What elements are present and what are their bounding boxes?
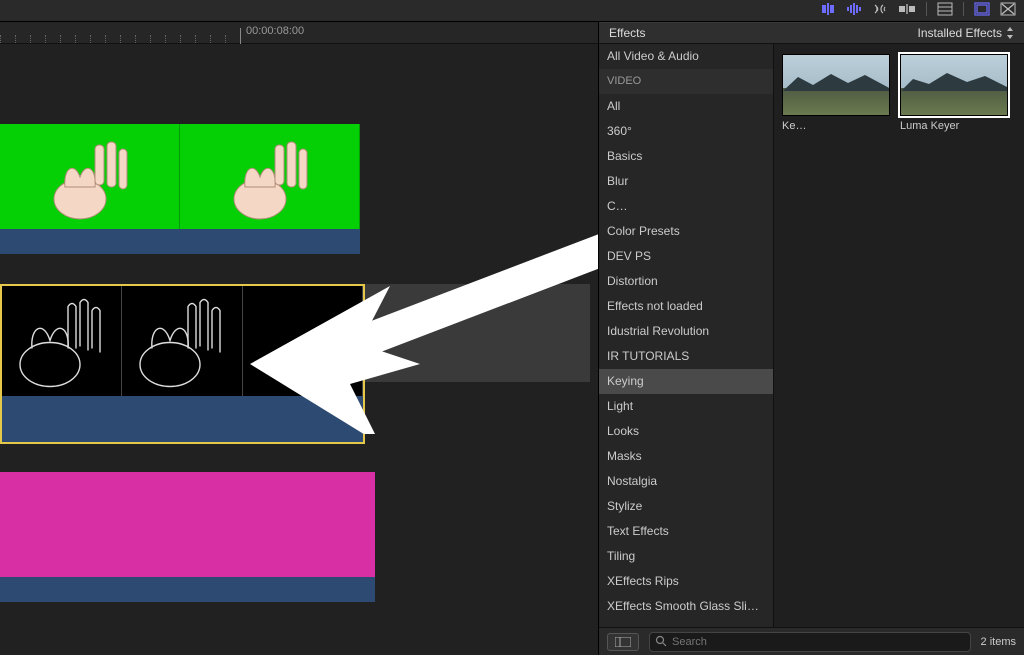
effects-category-item[interactable]: Light	[599, 394, 773, 419]
effects-title: Effects	[609, 26, 645, 40]
effects-item-count: 2 items	[981, 636, 1016, 648]
effects-category-item[interactable]: DEV PS	[599, 244, 773, 269]
effects-category-item[interactable]: XEffects Smooth Glass Slid…	[599, 594, 773, 619]
effects-category-item[interactable]: Effects not loaded	[599, 294, 773, 319]
effects-header: Effects Installed Effects	[599, 22, 1024, 44]
toolbar-divider	[926, 2, 927, 16]
effects-browser: Effects Installed Effects All Video & Au…	[598, 22, 1024, 655]
effects-category-item[interactable]: Tiling	[599, 544, 773, 569]
effects-category-item[interactable]: All Video & Audio	[599, 44, 773, 69]
hand-ok-icon	[215, 127, 325, 227]
hand-ok-outline-icon	[122, 289, 242, 394]
timeline-ruler[interactable]: 00:00:08:00	[0, 22, 598, 44]
effect-thumb-keyer[interactable]: Ke…	[782, 54, 890, 617]
timeline-clip-magenta[interactable]	[0, 472, 375, 602]
sort-icon	[1006, 27, 1014, 39]
timeline-clip-greenscreen[interactable]	[0, 124, 360, 254]
effect-thumb-luma-keyer[interactable]: Luma Keyer	[900, 54, 1008, 617]
effects-category-item[interactable]: Basics	[599, 144, 773, 169]
effects-browser-icon[interactable]	[974, 2, 990, 16]
ruler-timecode: 00:00:08:00	[246, 25, 304, 37]
effects-category-item[interactable]: Color Presets	[599, 219, 773, 244]
installed-effects-label: Installed Effects	[918, 26, 1003, 40]
effects-category-item[interactable]: Stylize	[599, 494, 773, 519]
effects-category-item[interactable]: Idustrial Revolution	[599, 319, 773, 344]
effects-category-item[interactable]: Looks	[599, 419, 773, 444]
effects-category-list[interactable]: All Video & AudioVIDEOAll360°BasicsBlurC…	[599, 44, 774, 627]
top-toolbar	[0, 0, 1024, 22]
effects-category-item[interactable]: IR TUTORIALS	[599, 344, 773, 369]
installed-effects-dropdown[interactable]: Installed Effects	[918, 26, 1015, 40]
effect-label: Ke…	[782, 120, 890, 132]
skimming-icon[interactable]	[820, 2, 836, 16]
effects-category-item[interactable]: 360°	[599, 119, 773, 144]
index-icon[interactable]	[937, 2, 953, 16]
effects-thumbnail-grid: Ke… Luma Keyer	[774, 44, 1024, 627]
audio-skim-icon[interactable]	[846, 2, 862, 16]
effects-category-item[interactable]: Distortion	[599, 269, 773, 294]
hand-ok-icon	[35, 127, 145, 227]
effects-category-item[interactable]: Keying	[599, 369, 773, 394]
toolbar-divider-2	[963, 2, 964, 16]
hand-ok-outline-icon	[2, 289, 122, 394]
timeline-clip-outline-selected[interactable]	[0, 284, 365, 444]
transitions-browser-icon[interactable]	[1000, 2, 1016, 16]
effects-category-header: VIDEO	[599, 69, 773, 94]
view-toggle-button[interactable]	[607, 633, 639, 651]
effects-footer: 2 items	[599, 627, 1024, 655]
effects-category-item[interactable]: All	[599, 94, 773, 119]
solo-icon[interactable]	[872, 2, 888, 16]
snapping-icon[interactable]	[898, 2, 916, 16]
grid-view-icon	[615, 637, 631, 647]
effects-category-item[interactable]: XEffects Rips	[599, 569, 773, 594]
effects-search-input[interactable]	[649, 632, 971, 652]
effects-category-item[interactable]: Text Effects	[599, 519, 773, 544]
effects-category-item[interactable]: Blur	[599, 169, 773, 194]
effects-category-item[interactable]: Nostalgia	[599, 469, 773, 494]
effect-label: Luma Keyer	[900, 120, 1008, 132]
timeline[interactable]: 00:00:08:00	[0, 22, 598, 655]
search-icon	[655, 635, 667, 647]
timeline-empty-region[interactable]	[365, 284, 590, 382]
effects-category-item[interactable]: C…	[599, 194, 773, 219]
effects-category-item[interactable]: Masks	[599, 444, 773, 469]
